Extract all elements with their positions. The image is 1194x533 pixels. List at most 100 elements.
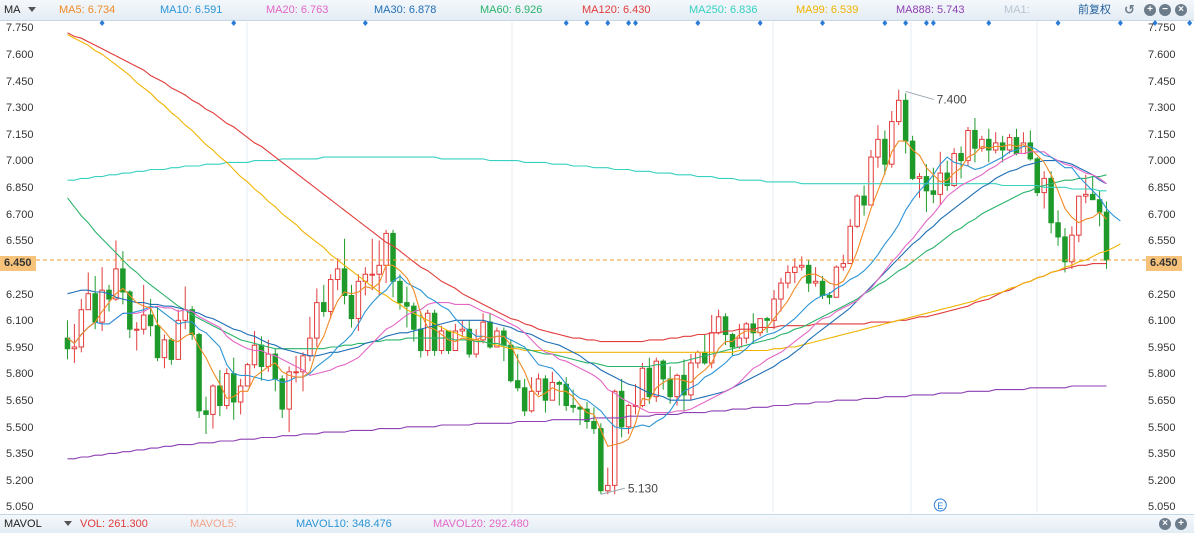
ma60-line xyxy=(67,174,1107,368)
candle-body xyxy=(85,293,91,311)
event-marker xyxy=(1055,20,1061,26)
candle-body xyxy=(826,295,833,298)
high-pointer xyxy=(905,90,934,100)
candle-body xyxy=(542,378,549,401)
y-tick-label: 6.700 xyxy=(6,208,34,221)
event-e-label: E xyxy=(937,501,943,511)
candle-body xyxy=(92,293,98,323)
candle-body xyxy=(140,314,147,330)
candle-body xyxy=(397,280,403,304)
candle-body xyxy=(521,387,528,412)
candle-body xyxy=(688,362,694,396)
candle-body xyxy=(71,346,78,350)
y-tick-label: 6.850 xyxy=(6,182,34,195)
y-tick-label: 7.150 xyxy=(1148,128,1176,141)
candle-body xyxy=(376,264,382,275)
y-tick-label: 6.100 xyxy=(1148,315,1176,328)
candle-body xyxy=(314,302,320,339)
candle-body xyxy=(217,385,223,407)
candle-body xyxy=(708,332,715,364)
candle-body xyxy=(1006,137,1013,151)
candle-body xyxy=(882,138,888,165)
candle-body xyxy=(715,316,722,334)
candle-body xyxy=(792,266,798,273)
candle-body xyxy=(154,325,161,359)
y-tick-label: 5.500 xyxy=(1148,421,1176,434)
candle-body xyxy=(147,314,154,327)
event-marker xyxy=(1117,20,1123,26)
candlestick-chart[interactable]: 7.400 5.130 E xyxy=(0,0,1194,514)
candle-body xyxy=(272,353,279,380)
candle-body xyxy=(508,344,514,382)
candle-body xyxy=(334,268,341,281)
candle-body xyxy=(133,328,140,331)
high-price-label: 7.400 xyxy=(937,92,967,106)
candle-body xyxy=(383,232,389,266)
candle-body xyxy=(78,309,85,348)
candle-body xyxy=(459,328,466,332)
y-tick-label: 5.200 xyxy=(6,474,34,487)
candle-body xyxy=(279,378,285,410)
candle-body xyxy=(528,390,535,412)
event-marker xyxy=(757,20,763,26)
candle-body xyxy=(778,282,784,300)
zoom-in-icon[interactable]: + xyxy=(1175,518,1187,530)
y-tick-label: 6.850 xyxy=(1148,182,1176,195)
volume-indicator-name[interactable]: MAVOL xyxy=(4,515,42,533)
y-tick-label: 7.150 xyxy=(6,128,34,141)
candle-body xyxy=(757,318,763,334)
candle-body xyxy=(99,289,105,323)
low-pointer xyxy=(600,487,625,495)
mavol10-label: MAVOL10: 348.476 xyxy=(296,518,392,530)
candle-body xyxy=(514,380,521,389)
candle-body xyxy=(1083,193,1089,197)
ma250-line xyxy=(67,156,1107,192)
event-marker xyxy=(695,20,701,26)
candle-body xyxy=(902,99,909,142)
event-marker xyxy=(930,20,936,26)
candle-body xyxy=(736,337,743,348)
candle-body xyxy=(605,484,611,492)
candle-body xyxy=(819,280,826,297)
event-marker xyxy=(903,20,909,26)
candle-body xyxy=(203,410,209,415)
y-tick-label: 7.300 xyxy=(1148,102,1176,115)
candle-body xyxy=(265,353,272,367)
candle-body xyxy=(930,190,937,195)
y-tick-label: 5.800 xyxy=(1148,368,1176,381)
candle-body xyxy=(951,153,957,186)
event-marker xyxy=(923,20,929,26)
candle-body xyxy=(570,405,576,408)
chevron-down-icon[interactable] xyxy=(64,521,72,526)
candle-body xyxy=(355,280,362,320)
y-tick-label: 7.450 xyxy=(1148,75,1176,88)
candle-body xyxy=(833,266,840,298)
candle-body xyxy=(1027,142,1034,160)
event-marker xyxy=(632,20,638,26)
candle-body xyxy=(861,195,867,206)
y-tick-label: 5.650 xyxy=(6,394,34,407)
candle-body xyxy=(1048,177,1054,224)
y-tick-label: 5.050 xyxy=(6,501,34,514)
event-marker xyxy=(231,20,237,26)
candle-body xyxy=(230,373,237,403)
candle-body xyxy=(417,328,424,352)
y-tick-label: 6.700 xyxy=(1148,208,1176,221)
candle-body xyxy=(785,271,791,284)
y-tick-label: 7.300 xyxy=(6,102,34,115)
event-marker xyxy=(563,20,569,26)
mavol5-label: MAVOL5: xyxy=(190,518,237,530)
candle-body xyxy=(812,280,819,284)
close-icon[interactable]: × xyxy=(1159,518,1171,530)
event-marker xyxy=(1187,20,1193,26)
mavol20-label: MAVOL20: 292.480 xyxy=(433,518,529,530)
candle-body xyxy=(404,302,410,307)
candle-body xyxy=(321,302,327,312)
candle-body xyxy=(251,344,258,366)
candle-body xyxy=(847,225,853,265)
candle-body xyxy=(556,381,563,385)
candle-body xyxy=(1103,211,1110,261)
candle-body xyxy=(161,339,168,359)
ma20-line xyxy=(67,151,1107,414)
low-price-label: 5.130 xyxy=(628,481,658,495)
